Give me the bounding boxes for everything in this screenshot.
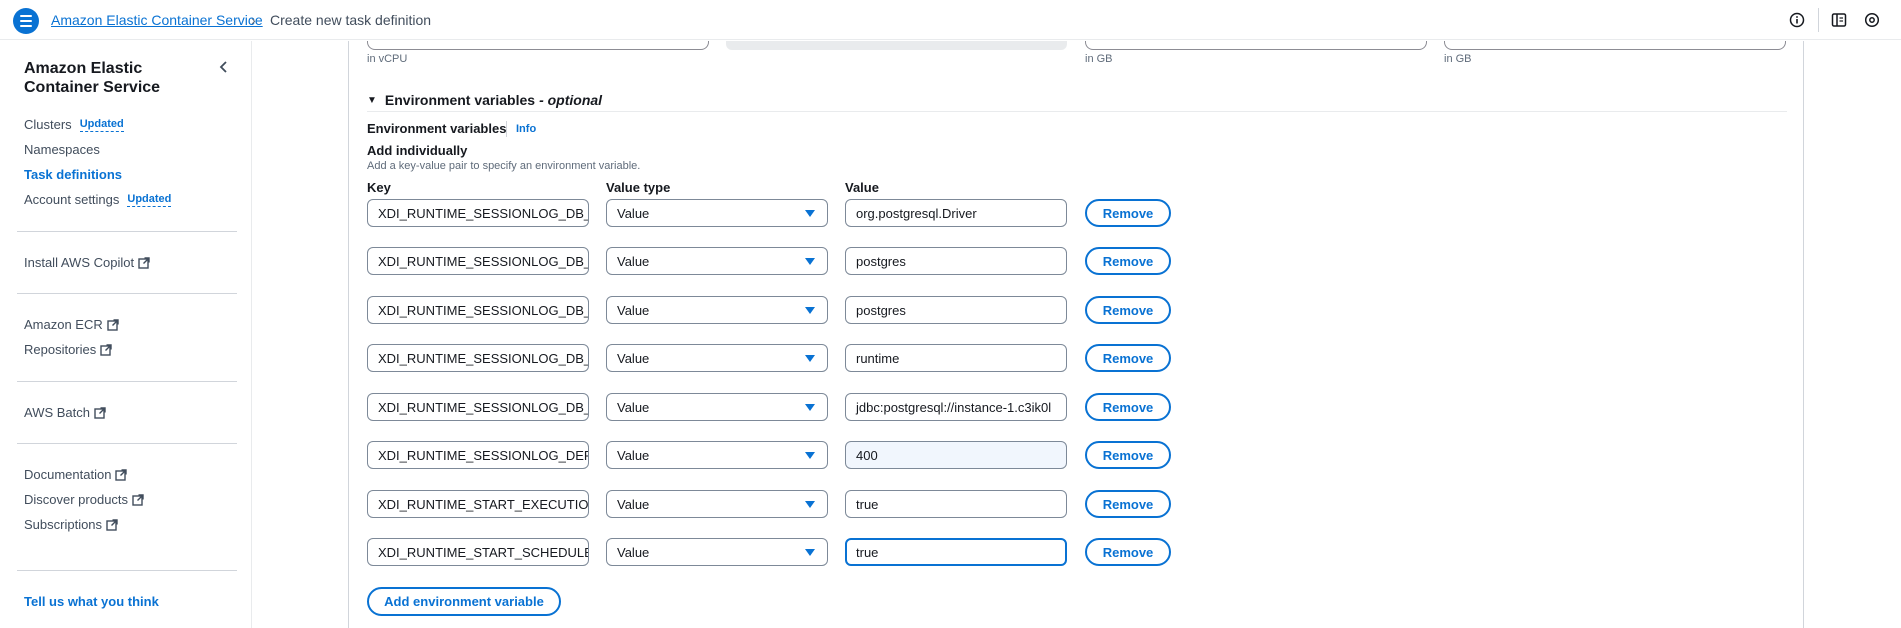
env-key-input[interactable]: XDI_RUNTIME_SESSIONLOG_DB_JI — [367, 247, 589, 275]
remove-button[interactable]: Remove — [1085, 490, 1171, 518]
value-type-select[interactable]: Value — [606, 441, 828, 469]
sidebar-divider — [17, 293, 237, 294]
sidebar-item-discover-products[interactable]: Discover products — [24, 492, 144, 507]
sidebar-item-subscriptions[interactable]: Subscriptions — [24, 517, 118, 532]
remove-button[interactable]: Remove — [1085, 344, 1171, 372]
env-value-input[interactable]: jdbc:postgresql://instance-1.c3ik0l — [845, 393, 1067, 421]
env-value-input[interactable]: postgres — [845, 296, 1067, 324]
sidebar-item-repositories[interactable]: Repositories — [24, 342, 112, 357]
env-key-input[interactable]: XDI_RUNTIME_SESSIONLOG_DB_JI — [367, 344, 589, 372]
breadcrumb-separator-icon: › — [251, 12, 256, 28]
sidebar-divider — [17, 381, 237, 382]
env-value-input[interactable]: org.postgresql.Driver — [845, 199, 1067, 227]
sidebar-item-install-copilot[interactable]: Install AWS Copilot — [24, 255, 150, 270]
dropdown-caret-icon — [805, 549, 815, 556]
value-type-select[interactable]: Value — [606, 199, 828, 227]
value-type-select[interactable]: Value — [606, 247, 828, 275]
remove-button[interactable]: Remove — [1085, 538, 1171, 566]
remove-button[interactable]: Remove — [1085, 441, 1171, 469]
dropdown-caret-icon — [805, 355, 815, 362]
external-link-icon — [138, 256, 150, 269]
dropdown-caret-icon — [805, 210, 815, 217]
env-key-input[interactable]: XDI_RUNTIME_SESSIONLOG_DEFA — [367, 441, 589, 469]
env-value-input[interactable]: true — [845, 490, 1067, 518]
dropdown-caret-icon — [805, 404, 815, 411]
top-navigation-bar: Amazon Elastic Container Service › Creat… — [0, 0, 1901, 40]
env-value-input[interactable]: postgres — [845, 247, 1067, 275]
remove-button[interactable]: Remove — [1085, 296, 1171, 324]
dropdown-caret-icon — [805, 501, 815, 508]
column-header-key: Key — [367, 180, 391, 195]
external-link-icon — [132, 493, 144, 506]
section-divider — [367, 111, 1787, 112]
sidebar-item-namespaces[interactable]: Namespaces — [24, 142, 100, 157]
caret-down-icon: ▼ — [367, 94, 377, 106]
external-link-icon — [106, 518, 118, 531]
sidebar-item-amazon-ecr[interactable]: Amazon ECR — [24, 317, 119, 332]
dropdown-caret-icon — [805, 307, 815, 314]
memory-soft-limit-input[interactable] — [1444, 41, 1786, 50]
add-individually-label: Add individually — [367, 143, 468, 158]
env-value-input[interactable]: runtime — [845, 344, 1067, 372]
env-section-toggle[interactable]: ▼ Environment variables - optional — [367, 92, 602, 108]
env-key-input[interactable]: XDI_RUNTIME_SESSIONLOG_DB_JI — [367, 296, 589, 324]
value-type-select[interactable]: Value — [606, 393, 828, 421]
collapse-sidebar-icon[interactable] — [216, 59, 232, 75]
value-type-select[interactable]: Value — [606, 538, 828, 566]
external-link-icon — [107, 318, 119, 331]
gpu-input-disabled — [726, 41, 1067, 50]
value-type-select[interactable]: Value — [606, 344, 828, 372]
breadcrumb-service-link[interactable]: Amazon Elastic Container Service — [51, 12, 263, 28]
dropdown-caret-icon — [805, 258, 815, 265]
external-link-icon — [94, 406, 106, 419]
memory-reserve-hint: in GB — [1444, 53, 1472, 65]
side-navigation: Amazon Elastic Container Service Cluster… — [0, 41, 252, 628]
info-icon[interactable] — [1788, 11, 1806, 29]
cpu-input[interactable] — [367, 41, 709, 50]
env-value-input-focused[interactable]: true — [845, 538, 1067, 566]
env-key-input[interactable]: XDI_RUNTIME_SESSIONLOG_DB_JI — [367, 393, 589, 421]
info-link[interactable]: Info — [516, 123, 536, 135]
sidebar-item-account-settings[interactable]: Account settings Updated — [24, 192, 172, 207]
external-link-icon — [100, 343, 112, 356]
updated-badge[interactable]: Updated — [127, 193, 172, 207]
column-header-value: Value — [845, 180, 879, 195]
side-navigation-title[interactable]: Amazon Elastic Container Service — [24, 59, 204, 97]
sidebar-item-clusters[interactable]: Clusters Updated — [24, 117, 124, 132]
sidebar-divider — [17, 570, 237, 571]
memory-hint: in GB — [1085, 53, 1113, 65]
remove-button[interactable]: Remove — [1085, 393, 1171, 421]
breadcrumb-current-page: Create new task definition — [270, 12, 432, 28]
env-key-input[interactable]: XDI_RUNTIME_SESSIONLOG_DB_JI — [367, 199, 589, 227]
env-value-input[interactable]: 400 — [845, 441, 1067, 469]
settings-icon[interactable] — [1863, 11, 1881, 29]
label-separator — [506, 121, 507, 137]
sidebar-divider — [17, 231, 237, 232]
value-type-select[interactable]: Value — [606, 490, 828, 518]
column-header-value-type: Value type — [606, 180, 671, 195]
side-panel-icon[interactable] — [1830, 11, 1848, 29]
remove-button[interactable]: Remove — [1085, 199, 1171, 227]
value-type-select[interactable]: Value — [606, 296, 828, 324]
cpu-hint: in vCPU — [367, 53, 408, 65]
dropdown-caret-icon — [805, 452, 815, 459]
updated-badge[interactable]: Updated — [79, 118, 124, 132]
add-environment-variable-button[interactable]: Add environment variable — [367, 587, 561, 616]
feedback-link[interactable]: Tell us what you think — [24, 594, 159, 609]
memory-hard-limit-input[interactable] — [1085, 41, 1427, 50]
sidebar-item-task-definitions[interactable]: Task definitions — [24, 167, 122, 182]
env-key-input[interactable]: XDI_RUNTIME_START_SCHEDULER — [367, 538, 589, 566]
menu-icon[interactable] — [13, 8, 39, 34]
sidebar-item-documentation[interactable]: Documentation — [24, 467, 128, 482]
external-link-icon — [115, 468, 128, 481]
toolbar-divider — [1818, 8, 1819, 32]
sidebar-item-aws-batch[interactable]: AWS Batch — [24, 405, 106, 420]
env-key-input[interactable]: XDI_RUNTIME_START_EXECUTION — [367, 490, 589, 518]
env-label: Environment variables — [367, 121, 507, 136]
remove-button[interactable]: Remove — [1085, 247, 1171, 275]
sidebar-divider — [17, 443, 237, 444]
env-description: Add a key-value pair to specify an envir… — [367, 160, 641, 172]
